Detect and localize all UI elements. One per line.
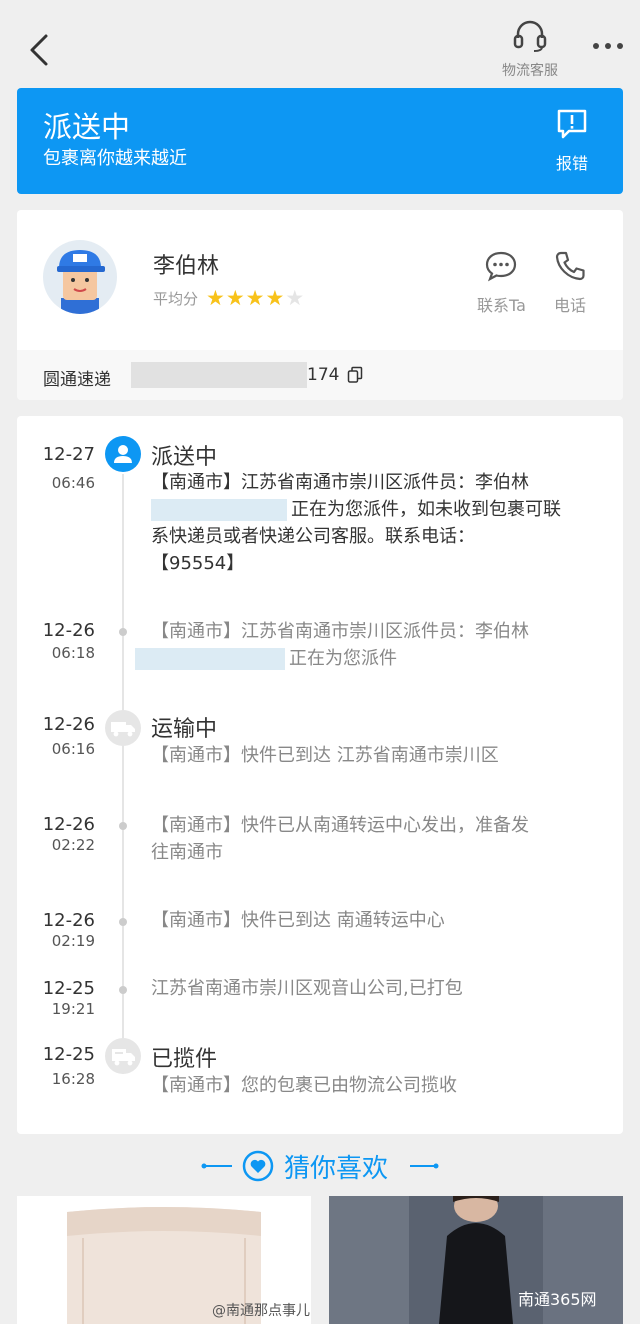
- waybill-number-suffix: 174: [307, 365, 340, 385]
- event-title: 派送中: [151, 445, 218, 470]
- timeline-dot: [119, 918, 127, 926]
- timeline-dot: [119, 986, 127, 994]
- event-title: 运输中: [151, 717, 218, 742]
- more-button[interactable]: [588, 34, 628, 58]
- contact-courier-button[interactable]: 联系Ta: [477, 250, 526, 316]
- headset-icon: [513, 20, 547, 52]
- event-date: 12-26: [42, 814, 95, 835]
- event-date: 12-26: [42, 714, 95, 735]
- star-empty-icon: ★: [285, 286, 305, 310]
- recommend-header: 猜你喜欢: [0, 1146, 640, 1186]
- timeline-line: [122, 474, 124, 1074]
- event-date: 12-26: [42, 910, 95, 931]
- status-banner: 派送中 包裹离你越来越近 报错: [17, 88, 623, 194]
- rating-stars: ★ ★ ★ ★ ★: [206, 288, 305, 309]
- star-filled-icon: ★: [265, 286, 285, 310]
- waybill-number-redacted: [131, 362, 307, 388]
- redacted-phone: [135, 648, 285, 670]
- chevron-left-icon: [30, 34, 48, 66]
- event-date: 12-26: [42, 620, 95, 641]
- event-time: 06:16: [51, 740, 95, 758]
- event-date: 12-25: [42, 978, 95, 999]
- report-label: 报错: [555, 154, 588, 173]
- logistics-service-button[interactable]: 物流客服: [492, 20, 568, 80]
- watermark-right: 南通365网: [518, 1290, 597, 1309]
- contact-label: 联系Ta: [477, 296, 526, 315]
- event-date: 12-25: [42, 1044, 95, 1065]
- phone-label: 电话: [553, 296, 586, 315]
- courier-rating: 平均分 ★ ★ ★ ★ ★: [153, 288, 305, 309]
- event-description: 【南通市】快件已从南通转运中心发出，准备发 往南通市: [151, 815, 529, 863]
- timeline-dot: [119, 822, 127, 830]
- courier-avatar-icon: [57, 250, 105, 314]
- package-truck-icon: [105, 1038, 141, 1074]
- star-filled-icon: ★: [225, 286, 245, 310]
- event-description: 【南通市】江苏省南通市崇川区派件员：李伯林 正在为您派件，如未收到包裹可联 系快…: [151, 472, 561, 574]
- top-bar: 物流客服: [0, 0, 640, 88]
- redacted-phone: [151, 499, 287, 521]
- more-dots-icon: [593, 43, 623, 49]
- event-description: 【南通市】快件已到达 江苏省南通市崇川区: [151, 745, 499, 766]
- event-title: 已揽件: [151, 1047, 218, 1072]
- call-courier-button[interactable]: 电话: [553, 250, 587, 316]
- report-error-button[interactable]: 报错: [547, 108, 597, 174]
- star-filled-icon: ★: [245, 286, 265, 310]
- waybill-row: 圆通速递 174: [17, 350, 623, 400]
- event-date: 12-27: [42, 444, 95, 465]
- heart-icon: [242, 1150, 274, 1186]
- back-button[interactable]: [22, 30, 62, 70]
- event-description: 【南通市】您的包裹已由物流公司揽收: [151, 1075, 457, 1096]
- event-time: 02:22: [51, 836, 95, 854]
- chat-bubble-icon: [486, 251, 517, 282]
- event-time: 16:28: [51, 1070, 95, 1088]
- truck-icon: [105, 710, 141, 746]
- event-description: 【南通市】快件已到达 南通转运中心: [151, 910, 445, 931]
- event-time: 19:21: [51, 1000, 95, 1018]
- tracking-timeline: 12-27 06:46 派送中 【南通市】江苏省南通市崇川区派件员：李伯林 正在…: [17, 416, 623, 1134]
- report-icon: [557, 109, 587, 139]
- event-time: 06:46: [51, 474, 95, 492]
- event-description: 【南通市】江苏省南通市崇川区派件员：李伯林 正在为您派件: [135, 618, 597, 672]
- status-subtitle: 包裹离你越来越近: [43, 148, 187, 169]
- event-description: 江苏省南通市崇川区观音山公司,已打包: [151, 978, 463, 999]
- courier-card: 李伯林 平均分 ★ ★ ★ ★ ★ 联系Ta 电话 圆通速递 174: [17, 210, 623, 400]
- timeline-dot: [119, 628, 127, 636]
- service-label: 物流客服: [502, 63, 558, 79]
- copy-button[interactable]: [347, 366, 363, 384]
- status-title: 派送中: [43, 110, 131, 144]
- rating-label: 平均分: [153, 290, 199, 308]
- copy-icon: [347, 366, 363, 383]
- star-filled-icon: ★: [206, 286, 225, 310]
- recommend-title: 猜你喜欢: [284, 1154, 389, 1184]
- courier-company: 圆通速递: [43, 370, 111, 390]
- event-time: 06:18: [51, 644, 95, 662]
- courier-avatar: [43, 240, 117, 314]
- phone-icon: [555, 251, 585, 281]
- event-time: 02:19: [51, 932, 95, 950]
- courier-name: 李伯林: [153, 254, 220, 279]
- watermark-left: @南通那点事儿: [212, 1303, 310, 1319]
- person-icon: [105, 436, 141, 472]
